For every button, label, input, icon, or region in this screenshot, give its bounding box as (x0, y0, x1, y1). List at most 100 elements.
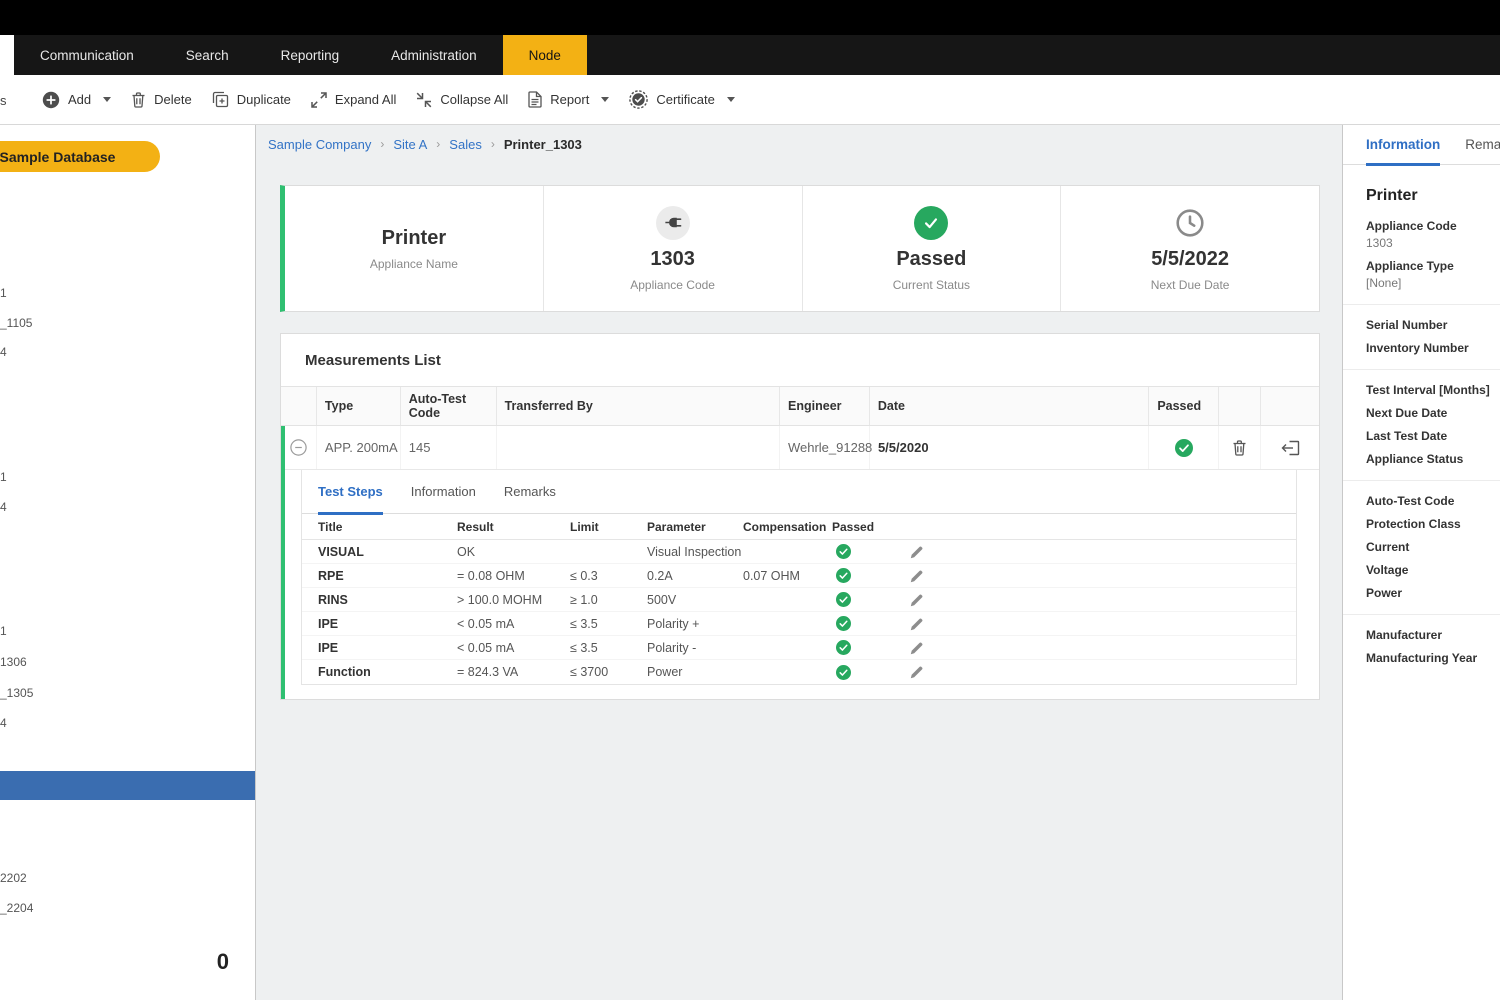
duplicate-icon (212, 91, 229, 108)
clock-icon (1173, 206, 1207, 240)
breadcrumb-link-company[interactable]: Sample Company (268, 137, 371, 152)
field-label: Next Due Date (1366, 406, 1490, 420)
expand-all-button[interactable]: Expand All (311, 92, 396, 108)
collapse-row-icon[interactable] (290, 439, 307, 456)
nav-partial-tab[interactable] (0, 35, 14, 75)
tree-item[interactable]: 1 (0, 470, 7, 484)
tree-item[interactable]: _1105 (0, 316, 32, 330)
tab-information[interactable]: Information (1366, 125, 1440, 165)
step-passed-check-icon (836, 544, 851, 559)
info-field: Current (1366, 540, 1490, 554)
add-button[interactable]: Add (42, 91, 111, 109)
sidebar-count: 0 (217, 949, 229, 975)
column-header-actions (1261, 387, 1319, 425)
step-title: RPE (302, 569, 457, 583)
add-dropdown-caret-icon[interactable] (103, 97, 111, 102)
toolbar-partial-label[interactable]: s (0, 75, 7, 125)
edit-step-icon[interactable] (910, 641, 924, 655)
breadcrumb-link-site[interactable]: Site A (393, 137, 427, 152)
tree-item[interactable]: 4 (0, 345, 7, 359)
database-badge[interactable]: Sample Database (0, 141, 160, 172)
chevron-right-icon: › (436, 137, 440, 151)
info-group-test-dates: Test Interval [Months] Next Due Date Las… (1343, 369, 1500, 480)
delete-button[interactable]: Delete (131, 92, 192, 108)
edit-step-icon[interactable] (910, 545, 924, 559)
edit-step-icon[interactable] (910, 593, 924, 607)
field-label: Voltage (1366, 563, 1490, 577)
nav-tab-communication[interactable]: Communication (14, 35, 160, 75)
step-limit: ≥ 1.0 (570, 593, 647, 607)
certificate-button[interactable]: Certificate (629, 90, 735, 109)
main-nav: Communication Search Reporting Administr… (0, 35, 1500, 75)
info-group-electrical: Auto-Test Code Protection Class Current … (1343, 480, 1500, 614)
collapse-all-button[interactable]: Collapse All (416, 92, 508, 108)
step-column-parameter: Parameter (647, 520, 743, 534)
info-field: Serial Number (1366, 318, 1490, 332)
detail-tabs: Test Steps Information Remarks (302, 470, 1296, 514)
info-field: Appliance Status (1366, 452, 1490, 466)
tree-item[interactable]: 1306 (0, 655, 27, 669)
info-field: Protection Class (1366, 517, 1490, 531)
tree-item[interactable]: 4 (0, 716, 7, 730)
delete-button-label: Delete (154, 92, 192, 107)
selected-row-accent (281, 426, 285, 699)
field-label: Serial Number (1366, 318, 1490, 332)
info-panel-title: Printer (1366, 187, 1500, 205)
add-plus-circle-icon (42, 91, 60, 109)
nav-tab-search[interactable]: Search (160, 35, 255, 75)
duplicate-button[interactable]: Duplicate (212, 91, 291, 108)
measurement-row[interactable]: APP. 200mA 145 Wehrle_91288 5/5/2020 (281, 426, 1319, 470)
step-column-result: Result (457, 520, 570, 534)
toolbar: s Add Delete Duplicate Expand All (0, 75, 1500, 125)
info-field: Appliance Code 1303 (1366, 219, 1490, 250)
edit-step-icon[interactable] (910, 665, 924, 679)
report-button-label: Report (550, 92, 589, 107)
nav-tab-administration[interactable]: Administration (365, 35, 503, 75)
field-label: Inventory Number (1366, 341, 1490, 355)
add-button-label: Add (68, 92, 91, 107)
certificate-dropdown-caret-icon[interactable] (727, 97, 735, 102)
column-header-engineer: Engineer (780, 387, 870, 425)
trash-icon (131, 92, 146, 108)
info-field: Next Due Date (1366, 406, 1490, 420)
step-limit: ≤ 3700 (570, 665, 647, 679)
tab-test-steps[interactable]: Test Steps (318, 470, 383, 514)
measurements-title: Measurements List (281, 334, 1319, 386)
tree-item[interactable]: 4 (0, 500, 7, 514)
step-passed-check-icon (836, 616, 851, 631)
tree-selected-item[interactable] (0, 771, 255, 800)
report-document-icon (528, 91, 542, 108)
column-header-date: Date (870, 387, 1149, 425)
field-value: 1303 (1366, 236, 1490, 250)
step-title: Function (302, 665, 457, 679)
nav-tab-reporting[interactable]: Reporting (255, 35, 366, 75)
tree-item[interactable]: 1 (0, 286, 7, 300)
tree-item[interactable]: 1 (0, 624, 7, 638)
tree-item[interactable]: _1305 (0, 686, 33, 700)
nav-tab-node[interactable]: Node (503, 35, 587, 75)
breadcrumb-link-department[interactable]: Sales (449, 137, 482, 152)
step-title: RINS (302, 593, 457, 607)
jump-to-measurement-icon[interactable] (1281, 440, 1300, 456)
report-dropdown-caret-icon[interactable] (601, 97, 609, 102)
tree-item[interactable]: 2202 (0, 871, 27, 885)
edit-step-icon[interactable] (910, 569, 924, 583)
field-label: Last Test Date (1366, 429, 1490, 443)
tree-item[interactable]: _2204 (0, 901, 33, 915)
column-header-passed: Passed (1149, 387, 1219, 425)
step-limit: ≤ 0.3 (570, 569, 647, 583)
tab-remarks[interactable]: Remarks (1465, 125, 1500, 165)
edit-step-icon[interactable] (910, 617, 924, 631)
info-field: Appliance Type [None] (1366, 259, 1490, 290)
step-column-passed: Passed (832, 520, 882, 534)
test-step-row: RINS > 100.0 MOHM ≥ 1.0 500V (302, 588, 1296, 612)
delete-measurement-icon[interactable] (1232, 440, 1247, 456)
step-result: < 0.05 mA (457, 617, 570, 631)
summary-status: Passed Current Status (803, 186, 1062, 311)
report-button[interactable]: Report (528, 91, 609, 108)
test-step-row: VISUAL OK Visual Inspection (302, 540, 1296, 564)
tab-detail-information[interactable]: Information (411, 470, 476, 514)
step-limit: ≤ 3.5 (570, 641, 647, 655)
tab-detail-remarks[interactable]: Remarks (504, 470, 556, 514)
next-due-value: 5/5/2022 (1151, 248, 1229, 271)
